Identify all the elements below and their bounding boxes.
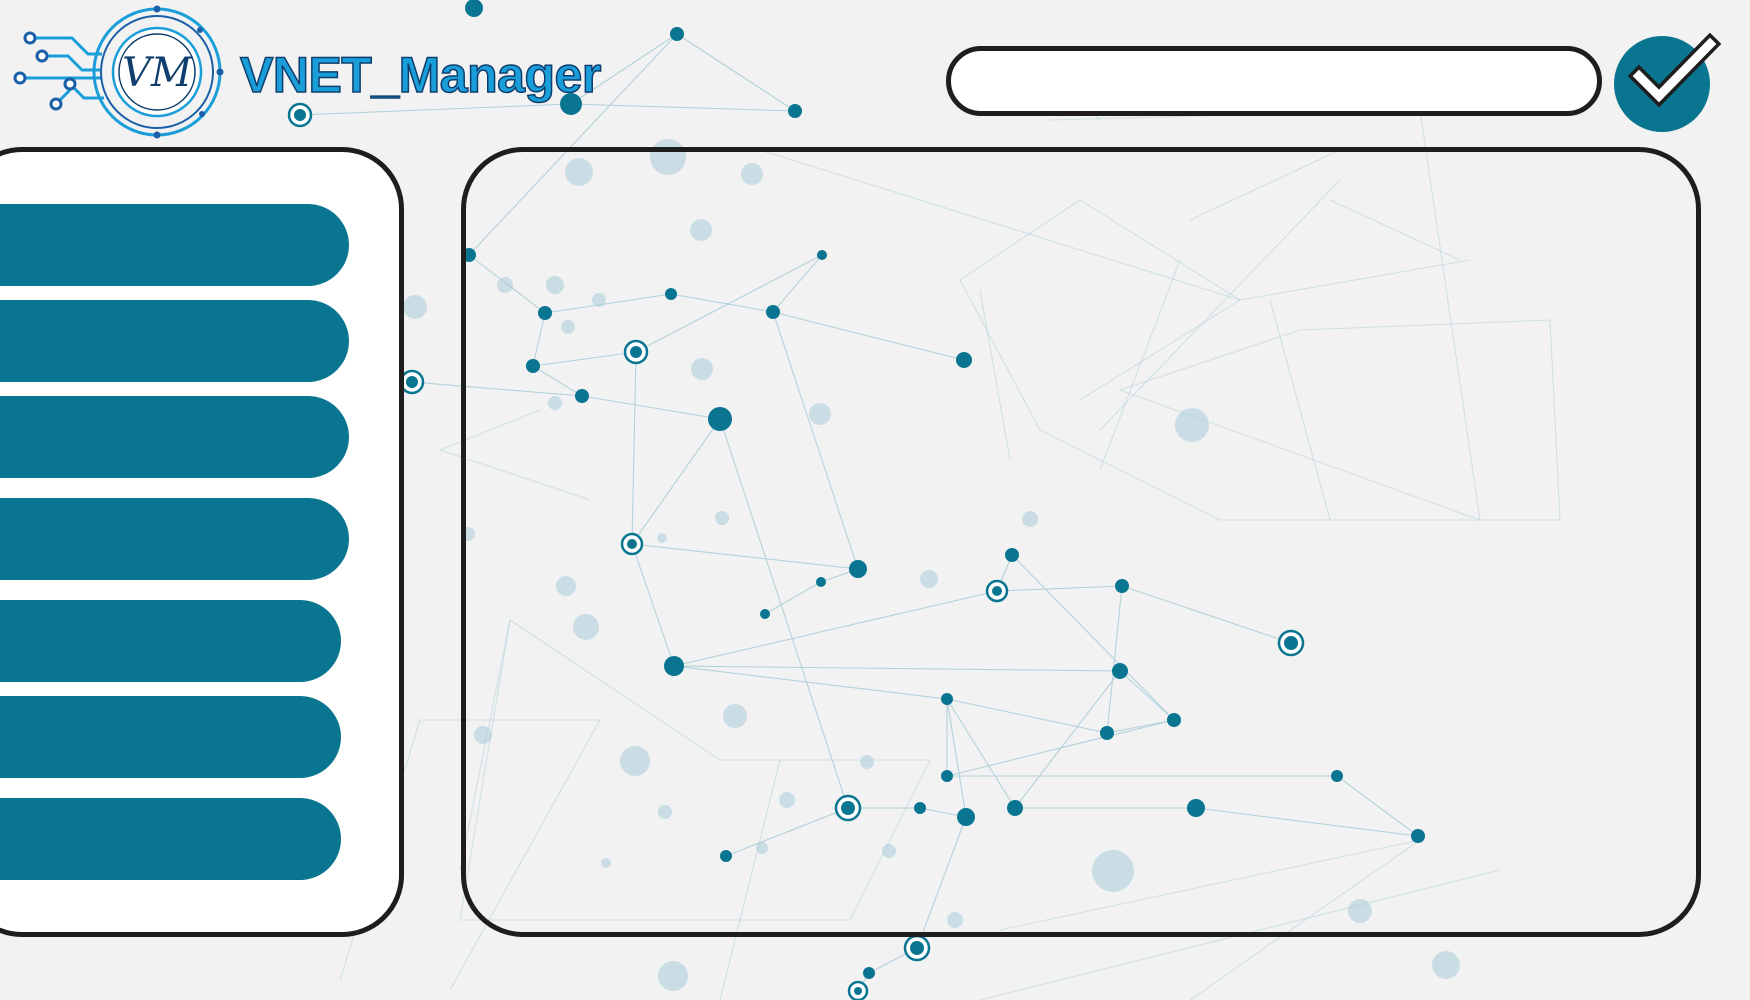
network-edge xyxy=(570,103,796,112)
network-node xyxy=(670,27,684,41)
sidebar-item-6[interactable] xyxy=(0,696,341,778)
checkmark-icon xyxy=(1627,32,1722,108)
network-faint-dot xyxy=(403,295,427,319)
network-node xyxy=(788,104,802,118)
sidebar-panel xyxy=(0,147,404,937)
network-ring-core xyxy=(406,376,418,388)
network-faint-dot xyxy=(658,961,688,991)
main-content-panel xyxy=(461,147,1701,937)
svg-text:VM: VM xyxy=(122,50,193,96)
logo-emblem-icon: VM xyxy=(13,5,224,139)
sidebar-item-3[interactable] xyxy=(0,396,349,478)
app-logo: VM VNET_Manager xyxy=(12,2,602,142)
network-faint-dot xyxy=(1432,951,1460,979)
confirm-button[interactable] xyxy=(1614,32,1722,132)
sidebar-item-2[interactable] xyxy=(0,300,349,382)
network-node xyxy=(863,967,875,979)
search-input[interactable] xyxy=(946,46,1602,116)
network-ring-core xyxy=(854,987,862,995)
sidebar-item-5[interactable] xyxy=(0,600,341,682)
network-ring-core xyxy=(910,941,924,955)
sidebar-item-4[interactable] xyxy=(0,498,349,580)
sidebar-item-7[interactable] xyxy=(0,798,341,880)
sidebar-item-1[interactable] xyxy=(0,204,349,286)
app-title: VNET_Manager xyxy=(239,46,602,104)
network-edge xyxy=(676,33,796,112)
app-window: VM VNET_Manager xyxy=(0,0,1750,1000)
